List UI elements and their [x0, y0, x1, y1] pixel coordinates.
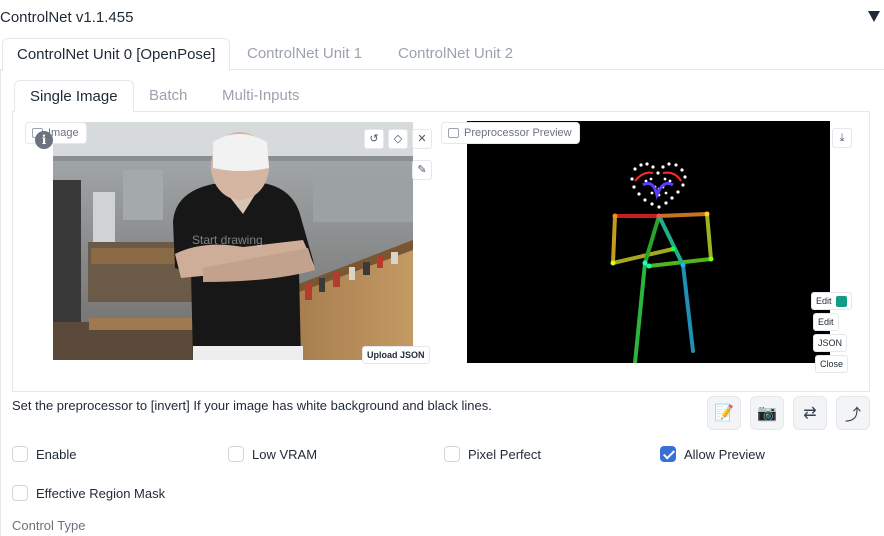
unit-tab-bar: ControlNet Unit 0 [OpenPose] ControlNet …: [0, 38, 884, 71]
tab-multi-inputs[interactable]: Multi-Inputs: [207, 80, 315, 112]
brush-icon[interactable]: ✎: [412, 160, 432, 180]
tab-unit-0[interactable]: ControlNet Unit 0 [OpenPose]: [2, 38, 231, 71]
send-dimensions-icon[interactable]: ⤴: [836, 396, 870, 430]
allow-preview-checkbox-box[interactable]: [660, 446, 676, 462]
edit-button-2[interactable]: Edit: [813, 313, 839, 331]
tab-single-image[interactable]: Single Image: [14, 80, 134, 113]
edit-badge-icon: [836, 296, 848, 308]
enable-checkbox-box[interactable]: [12, 446, 28, 462]
low-vram-checkbox-box[interactable]: [228, 446, 244, 462]
low-vram-checkbox[interactable]: Low VRAM: [228, 444, 317, 464]
upload-json-button[interactable]: Upload JSON: [362, 346, 430, 364]
canvas-hint-text: Start drawing: [192, 233, 263, 247]
download-icon[interactable]: ⤓: [832, 128, 852, 148]
controlnet-header[interactable]: ControlNet v1.1.455: [0, 0, 884, 38]
edit-button-1[interactable]: Edit: [811, 292, 853, 310]
close-preview-button[interactable]: Close: [815, 355, 849, 373]
effective-region-mask-checkbox-box[interactable]: [12, 485, 28, 501]
preview-label-text: Preprocessor Preview: [464, 127, 572, 139]
json-button[interactable]: JSON: [813, 334, 848, 352]
tab-unit-2[interactable]: ControlNet Unit 2: [384, 38, 527, 70]
preprocessor-preview-label: Preprocessor Preview: [441, 122, 580, 144]
accordion-title: ControlNet v1.1.455: [0, 9, 134, 26]
low-vram-label: Low VRAM: [252, 446, 318, 462]
camera-icon[interactable]: 📷: [750, 396, 784, 430]
image-icon: [448, 128, 459, 138]
mode-tab-bar: Single Image Batch Multi-Inputs: [12, 80, 870, 113]
swap-icon[interactable]: ⇄: [793, 396, 827, 430]
effective-region-mask-label: Effective Region Mask: [36, 485, 166, 501]
enable-checkbox[interactable]: Enable: [12, 444, 76, 464]
tab-unit-1[interactable]: ControlNet Unit 1: [233, 38, 376, 70]
effective-region-mask-checkbox[interactable]: Effective Region Mask: [12, 483, 165, 503]
preprocessor-hint: Set the preprocessor to [invert] If your…: [12, 398, 492, 413]
collapse-triangle-icon[interactable]: [868, 11, 880, 22]
eraser-icon[interactable]: ◇: [388, 129, 408, 149]
allow-preview-checkbox[interactable]: Allow Preview: [660, 444, 765, 464]
pixel-perfect-checkbox-box[interactable]: [444, 446, 460, 462]
control-type-label: Control Type: [12, 518, 86, 533]
info-icon[interactable]: i: [35, 131, 53, 149]
undo-icon[interactable]: ↺: [364, 129, 384, 149]
enable-label: Enable: [36, 446, 77, 462]
allow-preview-label: Allow Preview: [684, 446, 765, 462]
notepad-icon[interactable]: 📝: [707, 396, 741, 430]
tab-batch[interactable]: Batch: [134, 80, 202, 112]
pixel-perfect-label: Pixel Perfect: [468, 446, 541, 462]
preprocessor-preview-canvas: [467, 121, 830, 363]
close-icon[interactable]: ✕: [412, 129, 432, 149]
pixel-perfect-checkbox[interactable]: Pixel Perfect: [444, 444, 541, 464]
